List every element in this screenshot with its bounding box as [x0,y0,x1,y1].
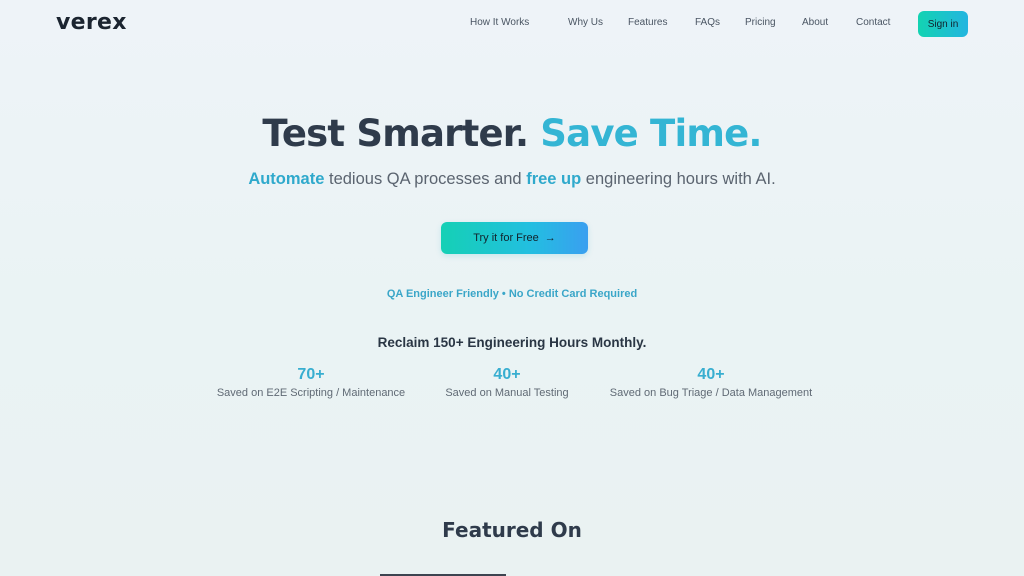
stat-label: Saved on E2E Scripting / Maintenance [216,387,406,399]
stat-value: 40+ [493,366,521,383]
main-nav: How It Works Why Us Features FAQs Pricin… [470,17,906,28]
sign-in-button[interactable]: Sign in [918,11,968,37]
stat-value: 40+ [697,366,725,383]
landing-page: verex How It Works Why Us Features FAQs … [0,0,1024,576]
stat-label: Saved on Manual Testing [445,387,569,399]
stat-value: 70+ [297,366,325,383]
hero-title-part1: Test Smarter. [262,112,529,155]
nav-how-it-works[interactable]: How It Works [470,17,568,28]
try-free-button[interactable]: Try it for Free → [441,222,588,254]
site-header: verex How It Works Why Us Features FAQs … [0,0,1024,48]
stat-e2e: 70+ Saved on E2E Scripting / Maintenance [211,366,411,399]
nav-features[interactable]: Features [628,17,695,28]
brand-logo[interactable]: verex [56,10,127,35]
subtitle-text-2: engineering hours with AI. [581,170,776,188]
nav-faqs[interactable]: FAQs [695,17,745,28]
hero-title-accent: Save Time. [540,112,762,155]
subtitle-text-1: tedious QA processes and [324,170,527,188]
try-free-label: Try it for Free [473,232,539,244]
nav-pricing[interactable]: Pricing [745,17,802,28]
stat-bug-triage: 40+ Saved on Bug Triage / Data Managemen… [601,366,821,399]
nav-about[interactable]: About [802,17,856,28]
nav-why-us[interactable]: Why Us [568,17,628,28]
hero-subtitle: Automate tedious QA processes and free u… [0,170,1024,189]
arrow-right-icon: → [544,232,556,244]
stat-manual-testing: 40+ Saved on Manual Testing [427,366,587,399]
featured-on-heading: Featured On [442,518,582,542]
friendly-note: QA Engineer Friendly • No Credit Card Re… [386,288,638,300]
stats-heading: Reclaim 150+ Engineering Hours Monthly. [377,335,647,350]
hero-title: Test Smarter. Save Time. [0,112,1024,155]
subtitle-highlight-free-up: free up [526,170,582,188]
subtitle-highlight-automate: Automate [248,170,325,188]
stat-label: Saved on Bug Triage / Data Management [609,387,813,399]
nav-contact[interactable]: Contact [856,17,906,28]
